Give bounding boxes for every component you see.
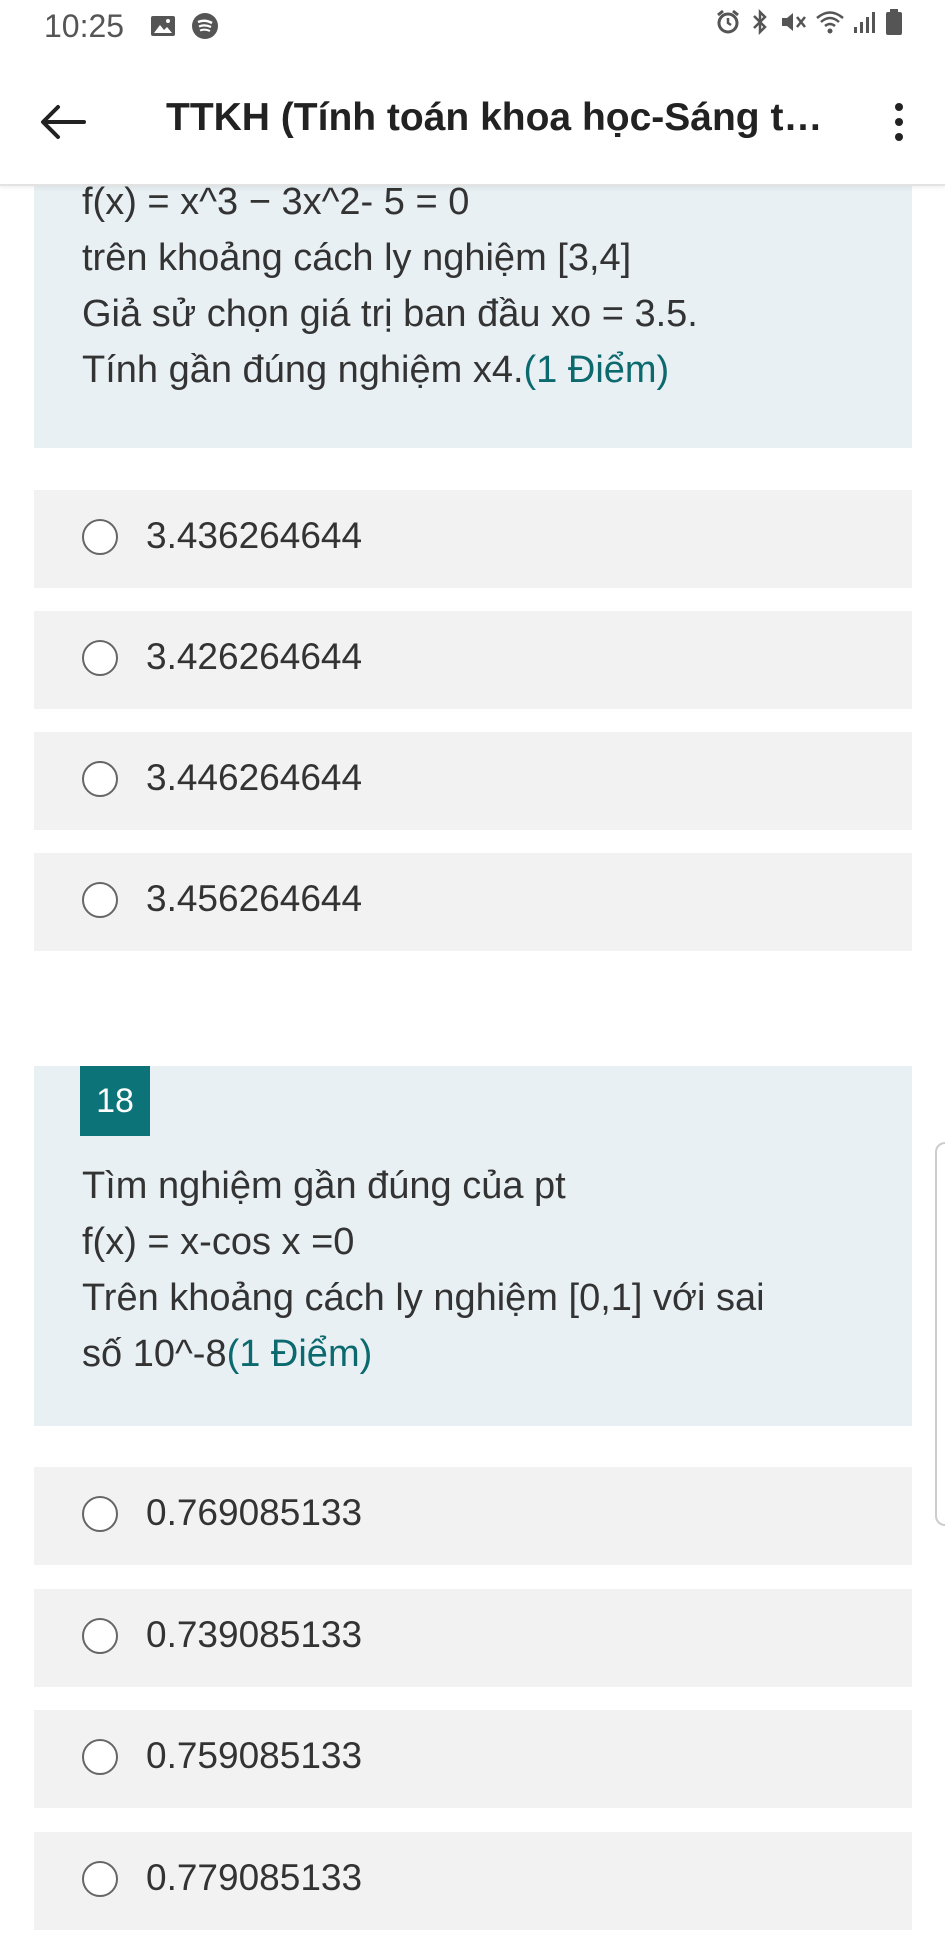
option-label: 0.759085133 — [146, 1735, 363, 1776]
status-bar: 10:25 — [0, 0, 945, 56]
status-time: 10:25 — [44, 8, 125, 44]
option-label: 3.446264644 — [146, 757, 363, 798]
radio-button[interactable] — [82, 1739, 118, 1775]
radio-button[interactable] — [82, 1861, 118, 1897]
option-label: 3.436264644 — [146, 515, 363, 556]
more-options-button[interactable] — [875, 92, 923, 152]
mute-icon — [779, 9, 807, 40]
more-vert-icon — [895, 103, 903, 111]
answer-option[interactable]: 3.426264644 — [34, 611, 912, 709]
gallery-icon — [148, 12, 178, 40]
question-17-card: f(x) = x^3 − 3x^2- 5 = 0 trên khoảng các… — [34, 181, 912, 448]
answer-option[interactable]: 3.446264644 — [34, 732, 912, 830]
option-label: 0.739085133 — [146, 1614, 363, 1655]
status-icons — [715, 8, 903, 41]
back-button[interactable] — [34, 94, 90, 150]
question-points: (1 Điểm) — [226, 1333, 373, 1375]
spotify-icon — [190, 12, 220, 40]
question-17-text: f(x) = x^3 − 3x^2- 5 = 0 trên khoảng các… — [82, 181, 698, 391]
option-label: 0.769085133 — [146, 1492, 363, 1533]
signal-icon — [853, 9, 877, 40]
app-bar: TTKH (Tính toán khoa học-Sáng th... — [0, 56, 945, 186]
question-18-card: 18 Tìm nghiệm gần đúng của pt f(x) = x-c… — [34, 1066, 912, 1426]
radio-button[interactable] — [82, 1496, 118, 1532]
answer-option[interactable]: 0.759085133 — [34, 1710, 912, 1808]
arrow-left-icon — [41, 105, 86, 139]
radio-button[interactable] — [82, 761, 118, 797]
option-label: 3.456264644 — [146, 878, 363, 919]
scroll-handle[interactable] — [935, 1142, 945, 1526]
answer-option[interactable]: 0.779085133 — [34, 1832, 912, 1930]
answer-option[interactable]: 3.436264644 — [34, 490, 912, 588]
question-number-badge: 18 — [80, 1066, 150, 1136]
radio-button[interactable] — [82, 1618, 118, 1654]
question-points: (1 Điểm) — [523, 349, 670, 391]
answer-option[interactable]: 0.739085133 — [34, 1589, 912, 1687]
radio-button[interactable] — [82, 519, 118, 555]
radio-button[interactable] — [82, 882, 118, 918]
page-title: TTKH (Tính toán khoa học-Sáng th... — [166, 96, 826, 139]
bluetooth-icon — [749, 8, 771, 40]
alarm-icon — [715, 9, 741, 40]
answer-option[interactable]: 3.456264644 — [34, 853, 912, 951]
answer-option[interactable]: 0.769085133 — [34, 1467, 912, 1565]
option-label: 0.779085133 — [146, 1857, 363, 1898]
wifi-icon — [815, 9, 845, 40]
question-18-text: Tìm nghiệm gần đúng của pt f(x) = x-cos … — [82, 1165, 765, 1375]
option-label: 3.426264644 — [146, 636, 363, 677]
battery-icon — [885, 8, 903, 41]
radio-button[interactable] — [82, 640, 118, 676]
